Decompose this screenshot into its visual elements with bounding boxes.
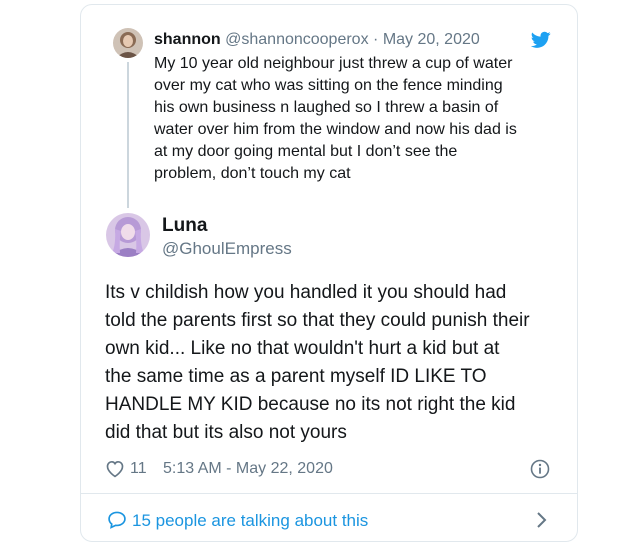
chevron-right-icon[interactable] <box>535 511 547 529</box>
parent-date[interactable]: May 20, 2020 <box>383 31 480 48</box>
parent-tweet-header: shannon @shannoncooperox · May 20, 2020 <box>154 30 480 50</box>
parent-separator: · <box>373 31 379 48</box>
parent-handle[interactable]: @shannoncooperox <box>225 31 368 48</box>
heart-icon[interactable] <box>105 459 125 478</box>
twitter-bird-icon[interactable] <box>530 31 551 49</box>
speech-bubble-icon <box>107 510 127 529</box>
info-icon[interactable] <box>530 459 550 479</box>
parent-avatar[interactable] <box>113 28 143 58</box>
conversation-count-text[interactable]: 15 people are talking about this <box>132 511 368 531</box>
conversation-link[interactable]: 15 people are talking about this <box>81 494 577 541</box>
parent-tweet-text: My 10 year old neighbour just threw a cu… <box>154 55 517 182</box>
main-avatar[interactable] <box>106 213 150 257</box>
like-count[interactable]: 11 <box>130 460 147 478</box>
tweet-timestamp[interactable]: 5:13 AM - May 22, 2020 <box>163 460 333 478</box>
main-tweet-text: Its v childish how you handled it you sh… <box>105 282 530 443</box>
main-handle[interactable]: @GhoulEmpress <box>162 239 292 259</box>
parent-display-name[interactable]: shannon <box>154 31 221 48</box>
main-display-name[interactable]: Luna <box>162 215 207 237</box>
thread-connector-line <box>127 62 129 208</box>
